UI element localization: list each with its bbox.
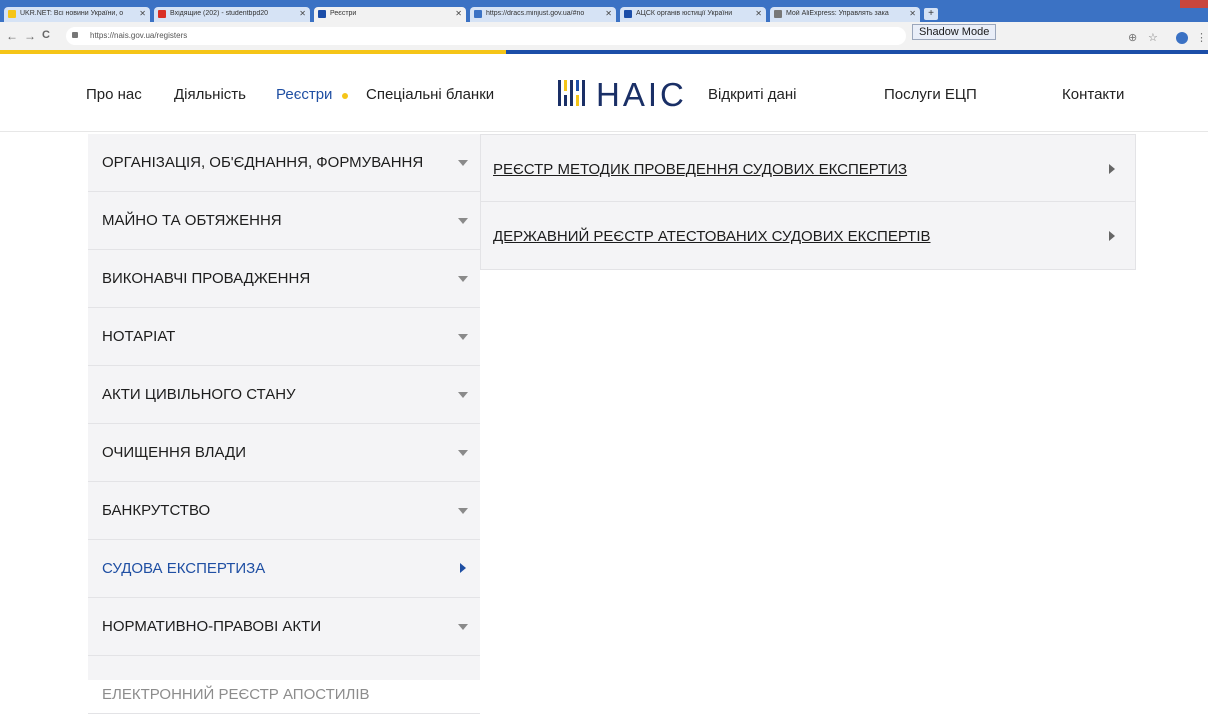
new-tab-button[interactable]: +	[924, 8, 938, 20]
profile-avatar-icon[interactable]	[1176, 32, 1188, 44]
chevron-down-icon	[458, 334, 468, 340]
nais-logo-mark-icon	[558, 80, 585, 106]
chevron-down-icon	[458, 392, 468, 398]
shadow-mode-badge[interactable]: Shadow Mode	[912, 24, 997, 40]
browser-address-bar: ← → C https://nais.gov.ua/registers ⊕ ☆ …	[0, 22, 1208, 50]
nav-link-about[interactable]: Про нас	[86, 86, 142, 103]
menu-item-legal-acts[interactable]: НОРМАТИВНО-ПРАВОВІ АКТИ	[88, 598, 480, 656]
chevron-down-icon	[458, 218, 468, 224]
menu-item-lustration[interactable]: ОЧИЩЕННЯ ВЛАДИ	[88, 424, 480, 482]
forensic-expertise-submenu: РЕЄСТР МЕТОДИК ПРОВЕДЕННЯ СУДОВИХ ЕКСПЕР…	[480, 134, 1136, 270]
close-tab-icon[interactable]: ✕	[755, 9, 762, 18]
browser-tab-title: Реєстри	[330, 10, 357, 17]
chevron-down-icon	[458, 276, 468, 282]
reload-icon[interactable]: C	[42, 29, 50, 41]
close-tab-icon[interactable]: ✕	[455, 9, 462, 18]
menu-item-apostille-registry[interactable]: ЕЛЕКТРОННИЙ РЕЄСТР АПОСТИЛІВ	[88, 656, 480, 714]
menu-item-label: ЕЛЕКТРОННИЙ РЕЄСТР АПОСТИЛІВ	[102, 686, 370, 703]
menu-item-label: БАНКРУТСТВО	[102, 502, 211, 519]
menu-item-property[interactable]: МАЙНО ТА ОБТЯЖЕННЯ	[88, 192, 480, 250]
browser-menu-icon[interactable]: ⋮	[1196, 31, 1207, 44]
browser-tab-title: АЦСК органів юстиції України	[636, 10, 733, 17]
close-tab-icon[interactable]: ✕	[299, 9, 306, 18]
chevron-right-icon	[460, 563, 466, 573]
logo-text: HAIC	[596, 76, 687, 113]
back-arrow-icon[interactable]: ←	[6, 29, 18, 43]
gmail-favicon-icon	[158, 10, 166, 18]
menu-item-forensic-expertise[interactable]: СУДОВА ЕКСПЕРТИЗА	[88, 540, 480, 598]
menu-item-civil-status[interactable]: АКТИ ЦИВІЛЬНОГО СТАНУ	[88, 366, 480, 424]
bookmark-star-icon[interactable]: ☆	[1148, 31, 1158, 44]
menu-item-notariat[interactable]: НОТАРІАТ	[88, 308, 480, 366]
browser-tab-gmail[interactable]: Вхідящие (202) - studentbpd20 ✕	[154, 7, 310, 22]
nais-favicon-icon	[318, 10, 326, 18]
nav-link-ecp-services[interactable]: Послуги ЕЦП	[884, 86, 977, 103]
menu-item-label: МАЙНО ТА ОБТЯЖЕННЯ	[102, 212, 282, 229]
nav-link-registers[interactable]: Реєстри	[276, 86, 332, 103]
menu-item-label: ОЧИЩЕННЯ ВЛАДИ	[102, 444, 246, 461]
window-maximize-button[interactable]	[1164, 0, 1180, 8]
menu-item-label: ВИКОНАВЧІ ПРОВАДЖЕННЯ	[102, 270, 311, 287]
browser-tab-dracs[interactable]: https://dracs.minjust.gov.ua/#no ✕	[470, 7, 616, 22]
menu-item-label: СУДОВА ЕКСПЕРТИЗА	[102, 560, 266, 577]
document-favicon-icon	[774, 10, 782, 18]
menu-item-enforcement[interactable]: ВИКОНАВЧІ ПРОВАДЖЕННЯ	[88, 250, 480, 308]
chevron-down-icon	[458, 624, 468, 630]
page-favicon-icon	[474, 10, 482, 18]
window-minimize-button[interactable]	[1148, 0, 1164, 8]
menu-item-label: ОРГАНІЗАЦІЯ, ОБ'ЄДНАННЯ, ФОРМУВАННЯ	[102, 154, 424, 171]
registers-category-menu: ОРГАНІЗАЦІЯ, ОБ'ЄДНАННЯ, ФОРМУВАННЯ МАЙН…	[88, 134, 480, 714]
menu-item-bankruptcy[interactable]: БАНКРУТСТВО	[88, 482, 480, 540]
nav-link-contacts[interactable]: Контакти	[1062, 86, 1124, 103]
chevron-right-icon	[1109, 164, 1115, 174]
browser-tab-ukrnet[interactable]: UKR.NET: Всі новини України, о ✕	[4, 7, 150, 22]
submenu-item-methods-registry[interactable]: РЕЄСТР МЕТОДИК ПРОВЕДЕННЯ СУДОВИХ ЕКСПЕР…	[481, 135, 1135, 202]
acsk-favicon-icon	[624, 10, 632, 18]
browser-tab-title: https://dracs.minjust.gov.ua/#no	[486, 10, 585, 17]
browser-tab-title: Мой AliExpress: Управлять зака	[786, 10, 889, 17]
submenu-item-experts-registry[interactable]: ДЕРЖАВНИЙ РЕЄСТР АТЕСТОВАНИХ СУДОВИХ ЕКС…	[481, 202, 1135, 269]
browser-tab-title: Вхідящие (202) - studentbpd20	[170, 10, 269, 17]
nais-logo[interactable]: HAIC	[556, 76, 684, 113]
browser-tab-title: UKR.NET: Всі новини України, о	[20, 10, 124, 17]
window-close-button[interactable]	[1180, 0, 1208, 8]
active-nav-dot-icon	[342, 93, 348, 99]
chevron-down-icon	[458, 160, 468, 166]
lock-icon	[72, 32, 78, 38]
submenu-item-link[interactable]: РЕЄСТР МЕТОДИК ПРОВЕДЕННЯ СУДОВИХ ЕКСПЕР…	[493, 161, 907, 178]
browser-tab-registers[interactable]: Реєстри ✕	[314, 7, 466, 22]
ukrnet-favicon-icon	[8, 10, 16, 18]
chevron-right-icon	[1109, 231, 1115, 241]
nav-link-open-data[interactable]: Відкриті дані	[708, 86, 796, 103]
site-header: Про нас Діяльність Реєстри Спеціальні бл…	[0, 54, 1208, 132]
submenu-item-link[interactable]: ДЕРЖАВНИЙ РЕЄСТР АТЕСТОВАНИХ СУДОВИХ ЕКС…	[493, 228, 931, 245]
chevron-down-icon	[458, 508, 468, 514]
close-tab-icon[interactable]: ✕	[605, 9, 612, 18]
close-tab-icon[interactable]: ✕	[909, 9, 916, 18]
url-input[interactable]: https://nais.gov.ua/registers	[66, 27, 906, 45]
menu-item-label: АКТИ ЦИВІЛЬНОГО СТАНУ	[102, 386, 296, 403]
menu-item-label: НОРМАТИВНО-ПРАВОВІ АКТИ	[102, 618, 322, 635]
nav-link-special-forms[interactable]: Спеціальні бланки	[366, 86, 494, 103]
nav-link-activity[interactable]: Діяльність	[174, 86, 246, 103]
chevron-down-icon	[458, 450, 468, 456]
forward-arrow-icon[interactable]: →	[24, 29, 36, 43]
close-tab-icon[interactable]: ✕	[139, 9, 146, 18]
menu-item-label: НОТАРІАТ	[102, 328, 176, 345]
menu-item-organizations[interactable]: ОРГАНІЗАЦІЯ, ОБ'ЄДНАННЯ, ФОРМУВАННЯ	[88, 134, 480, 192]
browser-tab-strip: UKR.NET: Всі новини України, о ✕ Вхідящи…	[0, 0, 1208, 22]
browser-tab-acsk[interactable]: АЦСК органів юстиції України ✕	[620, 7, 766, 22]
zoom-icon[interactable]: ⊕	[1128, 31, 1137, 44]
browser-tab-aliexpress[interactable]: Мой AliExpress: Управлять зака ✕	[770, 7, 920, 22]
